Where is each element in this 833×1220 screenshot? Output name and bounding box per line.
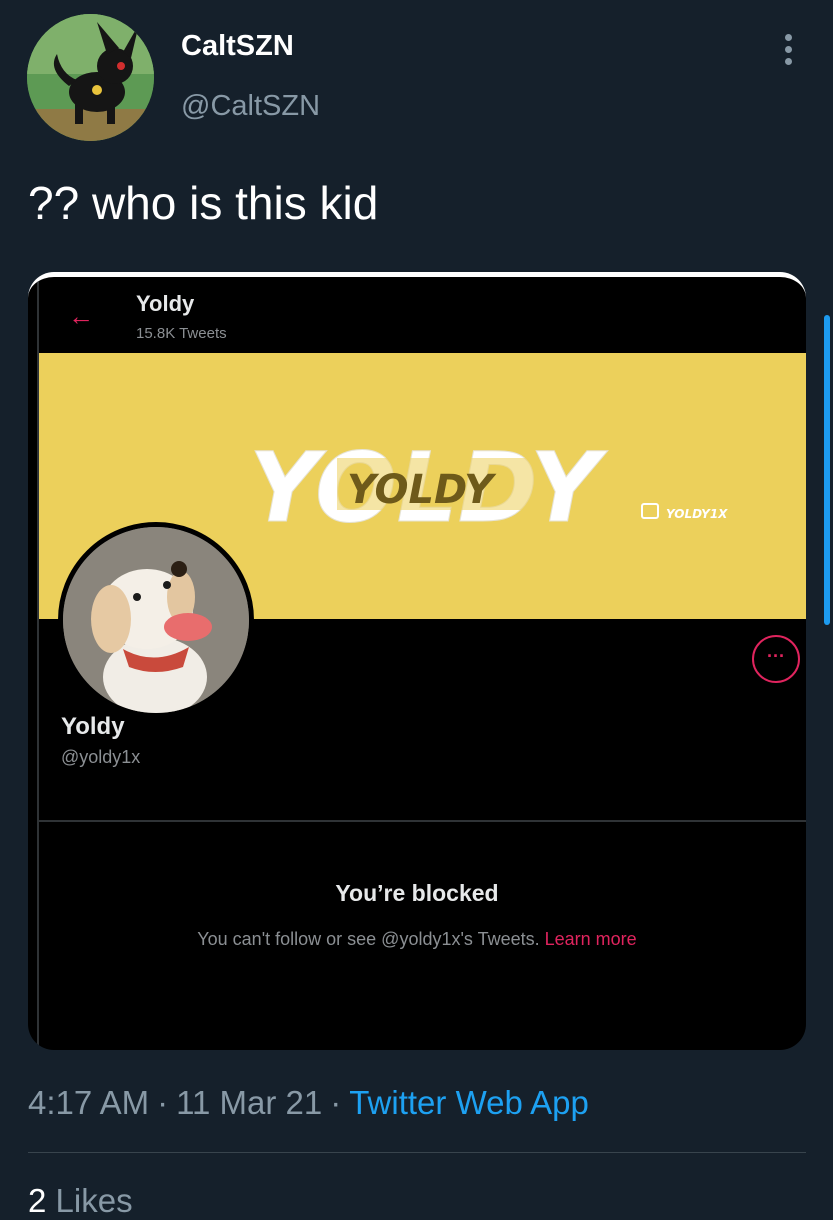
- user-avatar[interactable]: [27, 14, 154, 141]
- screenshot-header-name: Yoldy: [136, 291, 195, 316]
- twitch-icon: [641, 503, 659, 519]
- divider: [28, 1152, 806, 1153]
- tweet-author-name[interactable]: CaltSZN: [181, 30, 294, 63]
- arrow-left-icon: ←: [68, 301, 94, 331]
- tweet-author-handle[interactable]: @CaltSZN: [181, 90, 320, 123]
- meta-separator: ·: [330, 1084, 342, 1121]
- tweet-time[interactable]: 4:17 AM: [28, 1084, 149, 1121]
- puppy-image: [63, 527, 249, 713]
- tweet-meta: 4:17 AM · 11 Mar 21 · Twitter Web App: [28, 1084, 589, 1122]
- likes-number: 2: [28, 1182, 47, 1219]
- banner-channel: YOLDY1X: [666, 507, 728, 521]
- tweet-media-image[interactable]: ← Yoldy 15.8K Tweets YOLDY YOLDY YOLDY1X…: [28, 272, 806, 1050]
- scrollbar[interactable]: [824, 315, 830, 625]
- tweet-date[interactable]: 11 Mar 21: [176, 1084, 322, 1121]
- blocked-message: You can't follow or see @yoldy1x's Tweet…: [28, 929, 806, 950]
- banner-logo-text: YOLDY: [347, 467, 497, 513]
- learn-more-link: Learn more: [544, 929, 637, 949]
- screenshot-tweet-count: 15.8K Tweets: [136, 325, 227, 342]
- screenshot-profile-picture: [58, 522, 254, 718]
- screenshot-profile-handle: @yoldy1x: [61, 747, 141, 767]
- screenshot-profile-name: Yoldy: [61, 713, 125, 740]
- blocked-title: You’re blocked: [335, 880, 499, 906]
- tweet-source-link[interactable]: Twitter Web App: [349, 1084, 589, 1121]
- screenshot-more-button: ···: [752, 635, 800, 683]
- tweet-text: ?? who is this kid: [28, 177, 379, 229]
- likes-count[interactable]: 2 Likes: [28, 1182, 133, 1220]
- more-vertical-icon[interactable]: [778, 34, 798, 74]
- umbreon-avatar-image: [27, 14, 154, 141]
- blocked-text: You can't follow or see @yoldy1x's Tweet…: [197, 929, 540, 949]
- meta-separator: ·: [157, 1084, 169, 1121]
- screenshot-divider: [39, 820, 806, 822]
- likes-label: Likes: [55, 1182, 133, 1219]
